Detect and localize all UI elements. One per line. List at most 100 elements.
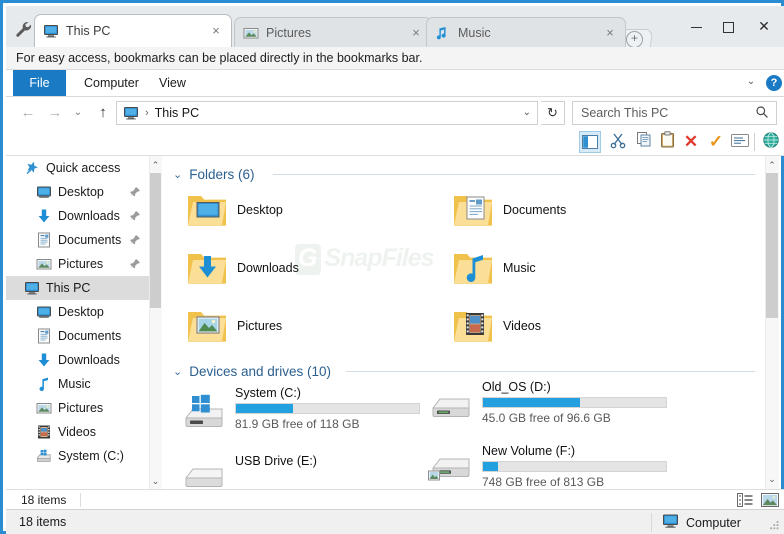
up-button[interactable]: ↑	[91, 101, 115, 125]
tab-close-icon[interactable]: ×	[209, 24, 223, 38]
pin-icon[interactable]	[129, 210, 141, 222]
ribbon-tab-view[interactable]: View	[149, 70, 196, 96]
navigation-sidebar[interactable]: Quick access Desktop Downloads Documents…	[6, 156, 149, 489]
search-placeholder: Search This PC	[581, 106, 669, 120]
ribbon-tab-file[interactable]: File	[13, 70, 66, 96]
recent-locations-button[interactable]: ⌄	[70, 101, 86, 125]
pin-icon[interactable]	[129, 258, 141, 270]
address-input[interactable]: › This PC ⌄	[116, 101, 538, 125]
folder-music-icon	[451, 247, 495, 289]
chevron-down-icon[interactable]: ⌄	[173, 168, 182, 181]
refresh-button[interactable]: ↻	[541, 101, 565, 125]
sidebar-item-this-pc[interactable]: This PC	[6, 276, 149, 300]
chevron-down-icon[interactable]: ⌄	[173, 365, 182, 378]
sidebar-item-label: This PC	[46, 281, 91, 295]
folders-group-header[interactable]: ⌄ Folders (6)	[173, 164, 254, 184]
folder-tile-music[interactable]: Music	[451, 247, 536, 289]
help-icon[interactable]: ?	[766, 75, 782, 91]
confirm-check-icon[interactable]: ✓	[705, 131, 727, 153]
tab-strip: This PC × Pictures × Music × + ✕	[6, 6, 784, 48]
sidebar-item-downloads[interactable]: Downloads	[6, 348, 149, 372]
sidebar-item-desktop-qa[interactable]: Desktop	[6, 180, 149, 204]
pin-icon[interactable]	[129, 234, 141, 246]
search-input[interactable]: Search This PC	[572, 101, 777, 125]
sidebar-item-label: Pictures	[58, 401, 104, 415]
tab-this-pc[interactable]: This PC ×	[34, 14, 232, 47]
folder-tile-desktop[interactable]: Desktop	[185, 189, 283, 231]
drive-capacity-fill	[483, 462, 498, 471]
rename-icon[interactable]	[729, 131, 751, 153]
delete-x-icon[interactable]: ✕	[680, 131, 702, 153]
item-count-label: 18 items	[21, 493, 67, 507]
scroll-down-icon[interactable]: ⌄	[765, 471, 779, 487]
sidebar-item-label: Videos	[58, 425, 96, 439]
chevron-down-icon[interactable]: ⌄	[744, 76, 758, 90]
folder-tile-downloads[interactable]: Downloads	[185, 247, 299, 289]
music-note-icon	[435, 25, 451, 41]
sidebar-item-documents[interactable]: Documents	[6, 324, 149, 348]
monitor-icon	[43, 23, 59, 39]
drive-info: Old_OS (D:) 45.0 GB free of 96.6 GB	[482, 378, 667, 425]
sidebar-item-desktop[interactable]: Desktop	[6, 300, 149, 324]
drive-free-space: 81.9 GB free of 118 GB	[235, 417, 360, 431]
tab-close-icon[interactable]: ×	[603, 26, 617, 40]
sidebar-item-documents-qa[interactable]: Documents	[6, 228, 149, 252]
content-scroll-thumb[interactable]	[766, 173, 778, 318]
tab-music[interactable]: Music ×	[426, 17, 626, 47]
wrench-icon[interactable]	[14, 20, 34, 40]
sidebar-item-pictures-qa[interactable]: Pictures	[6, 252, 149, 276]
pin-icon[interactable]	[129, 186, 141, 198]
breadcrumb-path: This PC	[154, 106, 200, 120]
cut-scissors-icon[interactable]	[607, 131, 629, 153]
chevron-down-icon[interactable]: ⌄	[523, 107, 531, 118]
scroll-up-icon[interactable]: ⌃	[765, 157, 779, 173]
ribbon-tab-computer[interactable]: Computer	[74, 70, 149, 96]
details-view-icon[interactable]	[737, 493, 753, 507]
scroll-down-icon[interactable]: ⌄	[149, 473, 162, 489]
drives-group-header[interactable]: ⌄ Devices and drives (10)	[173, 361, 331, 381]
drive-tile-old-os-d[interactable]: Old_OS (D:) 45.0 GB free of 96.6 GB	[428, 378, 667, 430]
folder-videos-icon	[451, 305, 495, 347]
status-divider	[80, 493, 81, 507]
large-icons-view-icon[interactable]	[761, 493, 779, 507]
copy-icon[interactable]	[633, 131, 655, 153]
explorer-status-bar: 18 items	[6, 489, 784, 509]
drive-name: New Volume (F:)	[482, 444, 576, 458]
back-button[interactable]: ←	[16, 101, 40, 125]
drive-icon	[428, 388, 476, 430]
drive-tile-system-c[interactable]: System (C:) 81.9 GB free of 118 GB	[181, 384, 420, 436]
tab-close-icon[interactable]: ×	[409, 26, 423, 40]
drive-tile-new-volume-f[interactable]: New Volume (F:) 748 GB free of 813 GB	[428, 442, 667, 489]
app-status-item-count: 18 items	[19, 515, 67, 529]
forward-button[interactable]: →	[43, 101, 67, 125]
folder-tile-videos[interactable]: Videos	[451, 305, 541, 347]
music-note-icon	[36, 376, 52, 392]
plus-icon[interactable]: +	[626, 31, 643, 48]
video-icon	[36, 424, 52, 440]
tab-pictures[interactable]: Pictures ×	[234, 17, 432, 47]
search-icon	[755, 105, 769, 122]
minimize-icon	[690, 26, 702, 28]
resize-grip[interactable]	[768, 519, 780, 531]
sidebar-item-downloads-qa[interactable]: Downloads	[6, 204, 149, 228]
drive-free-space: 748 GB free of 813 GB	[482, 475, 605, 489]
sidebar-item-pictures[interactable]: Pictures	[6, 396, 149, 420]
sidebar-item-system-c[interactable]: System (C:)	[6, 444, 149, 468]
sidebar-item-quick-access[interactable]: Quick access	[6, 156, 149, 180]
drive-tile-usb-e[interactable]: USB Drive (E:)	[181, 452, 317, 489]
drive-name: System (C:)	[235, 386, 301, 400]
folder-tile-documents[interactable]: Documents	[451, 189, 566, 231]
desktop-icon	[36, 184, 52, 200]
sidebar-item-videos[interactable]: Videos	[6, 420, 149, 444]
sidebar-scroll-thumb[interactable]	[150, 173, 161, 308]
network-globe-icon[interactable]	[760, 131, 782, 153]
scroll-up-icon[interactable]: ⌃	[149, 157, 162, 173]
maximize-icon	[722, 21, 734, 33]
close-button[interactable]: ✕	[742, 11, 784, 41]
sidebar-item-music[interactable]: Music	[6, 372, 149, 396]
nav-pane-toggle-icon[interactable]	[579, 131, 601, 153]
app-status-location-label: Computer	[686, 515, 741, 530]
tile-label: Pictures	[237, 319, 283, 333]
folder-tile-pictures[interactable]: Pictures	[185, 305, 282, 347]
paste-clipboard-icon[interactable]	[656, 131, 678, 153]
